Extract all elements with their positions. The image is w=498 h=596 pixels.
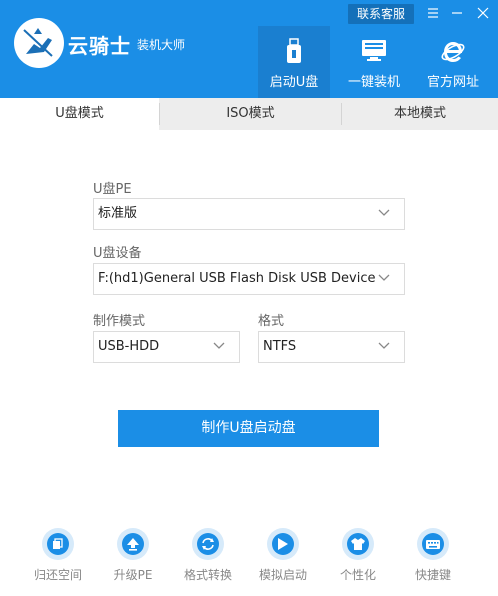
- nav-label: 启动U盘: [269, 75, 319, 90]
- nav-one-click-install[interactable]: 一键装机: [338, 26, 410, 98]
- pe-version-value: 标准版: [98, 206, 138, 221]
- browser-e-icon: [417, 38, 489, 64]
- simulate-icon: [267, 528, 299, 560]
- tool-restore-space[interactable]: 归还空间: [23, 528, 93, 588]
- nav-label: 官方网址: [426, 75, 479, 90]
- tool-format-convert[interactable]: 格式转换: [173, 528, 243, 588]
- pe-label: U盘PE: [93, 182, 132, 197]
- tool-personalize[interactable]: 个性化: [323, 528, 393, 588]
- chevron-down-icon: [378, 342, 390, 349]
- boot-mode-value: USB-HDD: [98, 339, 160, 354]
- tool-label: 快捷键: [414, 568, 451, 582]
- chevron-down-icon: [378, 209, 390, 216]
- format-label: 格式: [258, 314, 285, 329]
- tool-shortcut-keys[interactable]: 快捷键: [398, 528, 468, 588]
- mode-label: 制作模式: [93, 314, 146, 329]
- file-format-select[interactable]: NTFS: [258, 331, 405, 363]
- device-label: U盘设备: [93, 246, 142, 261]
- chevron-down-icon: [378, 274, 390, 281]
- tool-label: 归还空间: [33, 568, 82, 582]
- nav-usb-boot[interactable]: 启动U盘: [258, 26, 330, 98]
- header: 云骑士 装机大师 联系客服 启动U盘 一键装机 官方网址: [0, 0, 498, 98]
- keyboard-icon: [417, 528, 449, 560]
- nav-label: 一键装机: [347, 75, 400, 90]
- nav-official-site[interactable]: 官方网址: [417, 26, 489, 98]
- tool-simulate-boot[interactable]: 模拟启动: [248, 528, 318, 588]
- tab-usb-mode[interactable]: U盘模式: [0, 98, 159, 130]
- pe-version-select[interactable]: 标准版: [93, 198, 405, 230]
- upgrade-icon: [117, 528, 149, 560]
- tool-label: 个性化: [339, 568, 376, 582]
- usb-drive-icon: [258, 38, 330, 64]
- close-icon[interactable]: [472, 2, 494, 24]
- app-subtitle: 装机大师: [137, 38, 186, 52]
- tool-label: 升级PE: [113, 568, 153, 582]
- contact-support-button[interactable]: 联系客服: [348, 4, 414, 24]
- create-boot-usb-button[interactable]: 制作U盘启动盘: [118, 410, 379, 447]
- convert-icon: [192, 528, 224, 560]
- tool-label: 模拟启动: [258, 568, 307, 582]
- minimize-icon[interactable]: [446, 2, 468, 24]
- usb-device-select[interactable]: F:(hd1)General USB Flash Disk USB Device: [93, 263, 405, 295]
- monitor-icon: [338, 38, 410, 64]
- tab-local-mode[interactable]: 本地模式: [342, 98, 498, 130]
- chevron-down-icon: [213, 342, 225, 349]
- tool-label: 格式转换: [183, 568, 232, 582]
- tab-iso-mode[interactable]: ISO模式: [160, 98, 341, 130]
- usb-device-value: F:(hd1)General USB Flash Disk USB Device: [98, 271, 376, 286]
- menu-icon[interactable]: [422, 2, 444, 24]
- shirt-icon: [342, 528, 374, 560]
- boot-mode-select[interactable]: USB-HDD: [93, 331, 240, 363]
- mode-tabs: U盘模式 ISO模式 本地模式: [0, 98, 498, 130]
- tool-upgrade-pe[interactable]: 升级PE: [98, 528, 168, 588]
- app-title: 云骑士: [68, 34, 131, 58]
- file-format-value: NTFS: [263, 339, 297, 354]
- restore-space-icon: [42, 528, 74, 560]
- knight-logo-icon: [14, 18, 64, 68]
